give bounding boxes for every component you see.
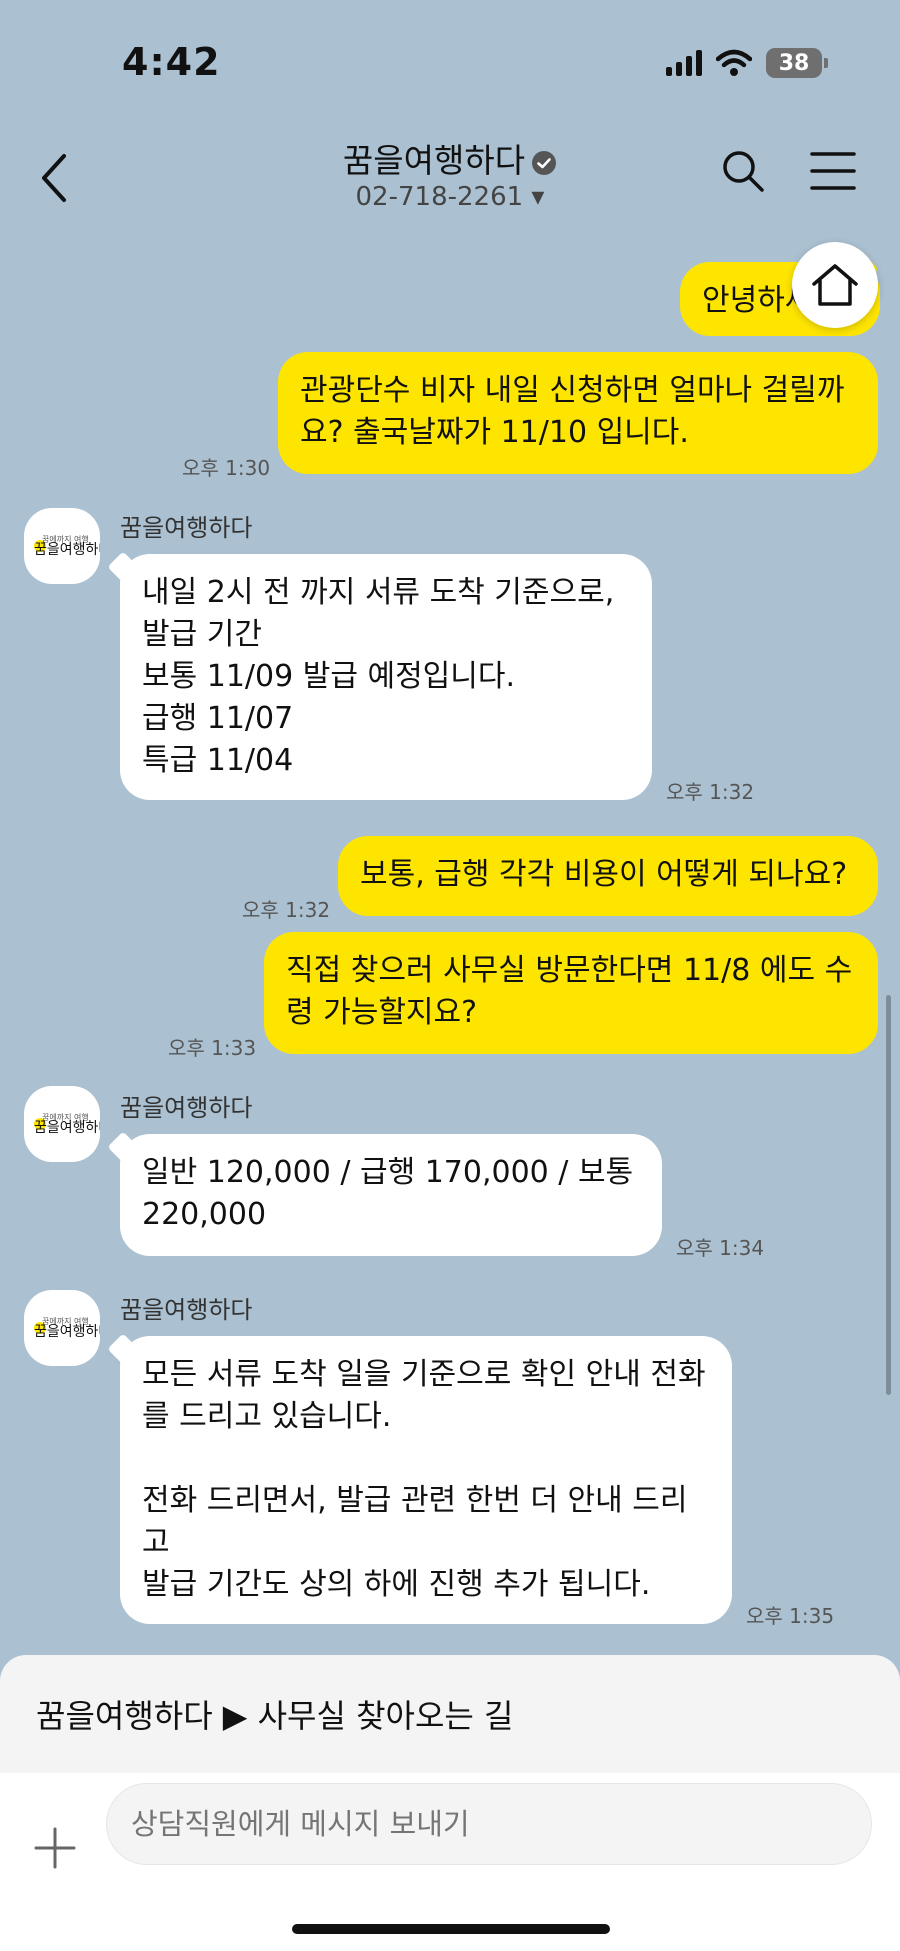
- svg-text:꿈을여행하다: 꿈을여행하다: [34, 542, 100, 558]
- status-bar: 4:42 38: [0, 0, 900, 120]
- my-message-bubble[interactable]: 관광단수 비자 내일 신청하면 얼마나 걸릴까 요? 출국날짜가 11/10 입…: [278, 352, 878, 474]
- message-time: 오후 1:32: [666, 780, 755, 804]
- quick-menu-panel[interactable]: 꿈을여행하다 ▶ 사무실 찾아오는 길: [0, 1655, 900, 1773]
- signal-icon: [666, 50, 702, 76]
- channel-avatar[interactable]: 꿈에까지 여행 꿈을여행하다: [24, 1086, 100, 1162]
- sender-name: 꿈을여행하다: [120, 1094, 253, 1122]
- channel-logo-icon: 꿈에까지 여행 꿈을여행하다: [34, 534, 100, 558]
- svg-text:꿈을여행하다: 꿈을여행하다: [34, 1324, 100, 1340]
- channel-avatar[interactable]: 꿈에까지 여행 꿈을여행하다: [24, 1290, 100, 1366]
- my-message-bubble[interactable]: 직접 찾으러 사무실 방문한다면 11/8 에도 수 령 가능할지요?: [264, 932, 878, 1054]
- message-time: 오후 1:35: [746, 1604, 835, 1628]
- menu-icon[interactable]: [808, 148, 858, 194]
- status-icons: 38: [666, 48, 828, 78]
- channel-name: 꿈을여행하다: [342, 141, 526, 180]
- message-time: 오후 1:32: [242, 898, 331, 922]
- channel-logo-icon: 꿈에까지 여행 꿈을여행하다: [34, 1316, 100, 1340]
- quick-menu-label[interactable]: 꿈을여행하다 ▶ 사무실 찾아오는 길: [36, 1691, 513, 1737]
- message-time: 오후 1:30: [182, 456, 271, 480]
- bot-message-bubble[interactable]: 내일 2시 전 까지 서류 도착 기준으로, 발급 기간 보통 11/09 발급…: [120, 554, 652, 800]
- wifi-icon: [716, 49, 752, 76]
- message-time: 오후 1:33: [168, 1036, 257, 1060]
- sender-name: 꿈을여행하다: [120, 1296, 253, 1324]
- bot-message-bubble[interactable]: 일반 120,000 / 급행 170,000 / 보통 220,000: [120, 1134, 662, 1256]
- sender-name: 꿈을여행하다: [120, 514, 253, 542]
- home-indicator: [292, 1924, 610, 1934]
- plus-icon[interactable]: [30, 1823, 80, 1873]
- message-input[interactable]: [106, 1783, 872, 1865]
- battery-icon: 38: [766, 48, 828, 78]
- home-icon: [812, 264, 858, 306]
- status-time: 4:42: [122, 40, 221, 84]
- channel-logo-icon: 꿈에까지 여행 꿈을여행하다: [34, 1112, 100, 1136]
- message-time: 오후 1:34: [676, 1236, 765, 1260]
- svg-text:꿈을여행하다: 꿈을여행하다: [34, 1120, 100, 1136]
- home-button[interactable]: [792, 242, 878, 328]
- bot-message-bubble[interactable]: 모든 서류 도착 일을 기준으로 확인 안내 전화 를 드리고 있습니다. 전화…: [120, 1336, 732, 1624]
- search-icon[interactable]: [718, 146, 768, 196]
- channel-avatar[interactable]: 꿈에까지 여행 꿈을여행하다: [24, 508, 100, 584]
- chat-header: 꿈을여행하다 02-718-2261 ▾: [0, 120, 900, 230]
- chat-scrollbar[interactable]: [886, 995, 891, 1395]
- my-message-bubble[interactable]: 보통, 급행 각각 비용이 어떻게 되나요?: [338, 836, 878, 916]
- verified-icon: [532, 150, 557, 175]
